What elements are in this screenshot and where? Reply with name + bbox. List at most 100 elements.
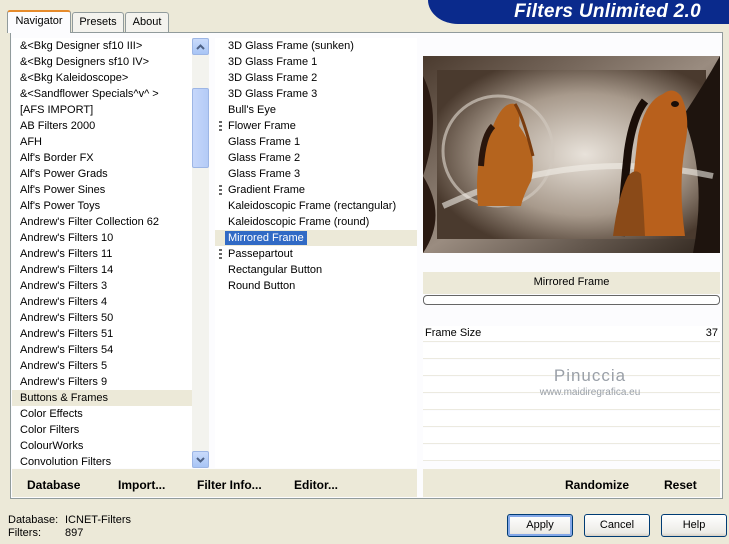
filter-item-label: Passepartout	[228, 248, 293, 260]
category-item[interactable]: &<Sandflower Specials^v^ >	[12, 86, 192, 102]
filter-list[interactable]: 3D Glass Frame (sunken) 3D Glass Frame 1 3…	[215, 38, 417, 468]
drag-grip-icon	[219, 185, 222, 195]
scroll-down-button[interactable]	[192, 451, 209, 468]
filter-item-label: Glass Frame 2	[228, 152, 301, 164]
category-scrollbar[interactable]	[192, 38, 209, 468]
chevron-down-icon	[196, 456, 205, 463]
filter-item-label: Bull's Eye	[228, 104, 276, 116]
category-item[interactable]: Buttons & Frames	[12, 390, 192, 406]
category-item[interactable]: Alf's Power Grads	[12, 166, 192, 182]
filter-item[interactable]: Glass Frame 1	[215, 134, 417, 150]
filter-item-label: Flower Frame	[228, 120, 296, 132]
preview-image	[423, 56, 720, 253]
cancel-button[interactable]: Cancel	[584, 514, 650, 537]
category-item[interactable]: Color Filters	[12, 422, 192, 438]
filter-item[interactable]: Kaleidoscopic Frame (rectangular)	[215, 198, 417, 214]
filter-item[interactable]: Glass Frame 3	[215, 166, 417, 182]
category-item[interactable]: Andrew's Filters 4	[12, 294, 192, 310]
category-item[interactable]: Andrew's Filters 51	[12, 326, 192, 342]
randomize-button[interactable]: Randomize	[565, 478, 629, 492]
category-item[interactable]: Andrew's Filters 11	[12, 246, 192, 262]
scroll-up-button[interactable]	[192, 38, 209, 55]
category-item[interactable]: &<Bkg Designer sf10 III>	[12, 38, 192, 54]
reset-button[interactable]: Reset	[664, 478, 697, 492]
category-item[interactable]: Andrew's Filter Collection 62	[12, 214, 192, 230]
category-item[interactable]: Andrew's Filters 3	[12, 278, 192, 294]
category-list[interactable]: &<Bkg Designer sf10 III> &<Bkg Designers …	[12, 38, 192, 468]
window-title: Filters Unlimited 2.0	[428, 0, 729, 24]
status-filters-value: 897	[65, 527, 84, 539]
filter-item-label: 3D Glass Frame 3	[228, 88, 318, 100]
filter-item[interactable]: Bull's Eye	[215, 102, 417, 118]
tab-navigator[interactable]: Navigator	[7, 10, 71, 33]
filter-item[interactable]: 3D Glass Frame 2	[215, 70, 417, 86]
filter-item[interactable]: 3D Glass Frame 3	[215, 86, 417, 102]
param-row-empty	[423, 428, 720, 444]
filter-item-label: Rectangular Button	[228, 264, 323, 276]
category-item[interactable]: Andrew's Filters 5	[12, 358, 192, 374]
preview-filter-name: Mirrored Frame	[533, 276, 610, 288]
database-button[interactable]: Database	[27, 478, 80, 492]
category-item[interactable]: Alf's Border FX	[12, 150, 192, 166]
param-row-empty	[423, 445, 720, 461]
drag-grip-icon	[219, 121, 222, 131]
param-value[interactable]: 37	[706, 327, 718, 339]
status-database-label: Database:	[8, 514, 59, 526]
drag-grip-icon	[219, 249, 222, 259]
tab-presets[interactable]: Presets	[72, 12, 124, 32]
filter-item[interactable]: Rectangular Button	[215, 262, 417, 278]
category-item[interactable]: Alf's Power Sines	[12, 182, 192, 198]
chevron-up-icon	[196, 43, 205, 50]
apply-button[interactable]: Apply	[507, 514, 573, 537]
category-item[interactable]: [AFS IMPORT]	[12, 102, 192, 118]
category-item[interactable]: ColourWorks	[12, 438, 192, 454]
filter-item[interactable]: Flower Frame	[215, 118, 417, 134]
watermark-text: Pinuccia	[553, 366, 627, 385]
tab-about[interactable]: About	[125, 12, 169, 32]
category-item[interactable]: Andrew's Filters 14	[12, 262, 192, 278]
filter-item[interactable]: Kaleidoscopic Frame (round)	[215, 214, 417, 230]
param-row-empty	[423, 343, 720, 359]
filter-item-label: Glass Frame 3	[228, 168, 301, 180]
category-item[interactable]: Andrew's Filters 9	[12, 374, 192, 390]
filter-item[interactable]: Round Button	[215, 278, 417, 294]
category-item[interactable]: AFH	[12, 134, 192, 150]
filter-item-label: Round Button	[228, 280, 296, 292]
filter-item-label: 3D Glass Frame (sunken)	[228, 40, 354, 52]
category-item[interactable]: &<Bkg Kaleidoscope>	[12, 70, 192, 86]
progress-bar	[423, 295, 720, 305]
category-item[interactable]: Andrew's Filters 54	[12, 342, 192, 358]
param-row[interactable]: Frame Size 37	[423, 326, 720, 342]
filter-item[interactable]: Gradient Frame	[215, 182, 417, 198]
category-item[interactable]: Andrew's Filters 10	[12, 230, 192, 246]
param-label: Frame Size	[425, 327, 482, 339]
category-item[interactable]: Color Effects	[12, 406, 192, 422]
import-button[interactable]: Import...	[118, 478, 165, 492]
status-filters-label: Filters:	[8, 527, 41, 539]
watermark-url: www.maidiregrafica.eu	[539, 387, 641, 398]
filter-item[interactable]: 3D Glass Frame 1	[215, 54, 417, 70]
category-item[interactable]: Convolution Filters	[12, 454, 192, 468]
filter-item-label: Mirrored Frame	[225, 231, 307, 245]
filter-item-label: Gradient Frame	[228, 184, 306, 196]
status-database-value: ICNET-Filters	[65, 514, 131, 526]
filter-item-label: Kaleidoscopic Frame (rectangular)	[228, 200, 397, 212]
filter-item[interactable]: Glass Frame 2	[215, 150, 417, 166]
filter-item-label: 3D Glass Frame 1	[228, 56, 318, 68]
filter-item-label: Glass Frame 1	[228, 136, 301, 148]
param-row-empty	[423, 411, 720, 427]
scroll-thumb[interactable]	[192, 88, 209, 168]
filter-item[interactable]: 3D Glass Frame (sunken)	[215, 38, 417, 54]
filter-item-label: 3D Glass Frame 2	[228, 72, 318, 84]
category-item[interactable]: Andrew's Filters 50	[12, 310, 192, 326]
category-item[interactable]: AB Filters 2000	[12, 118, 192, 134]
filter-item[interactable]: Mirrored Frame	[215, 230, 417, 246]
filter-info-button[interactable]: Filter Info...	[197, 478, 262, 492]
editor-button[interactable]: Editor...	[294, 478, 338, 492]
filter-item[interactable]: Passepartout	[215, 246, 417, 262]
filter-item-label: Kaleidoscopic Frame (round)	[228, 216, 370, 228]
help-button[interactable]: Help	[661, 514, 727, 537]
category-item[interactable]: &<Bkg Designers sf10 IV>	[12, 54, 192, 70]
category-item[interactable]: Alf's Power Toys	[12, 198, 192, 214]
horse-preview-graphic	[423, 56, 720, 253]
